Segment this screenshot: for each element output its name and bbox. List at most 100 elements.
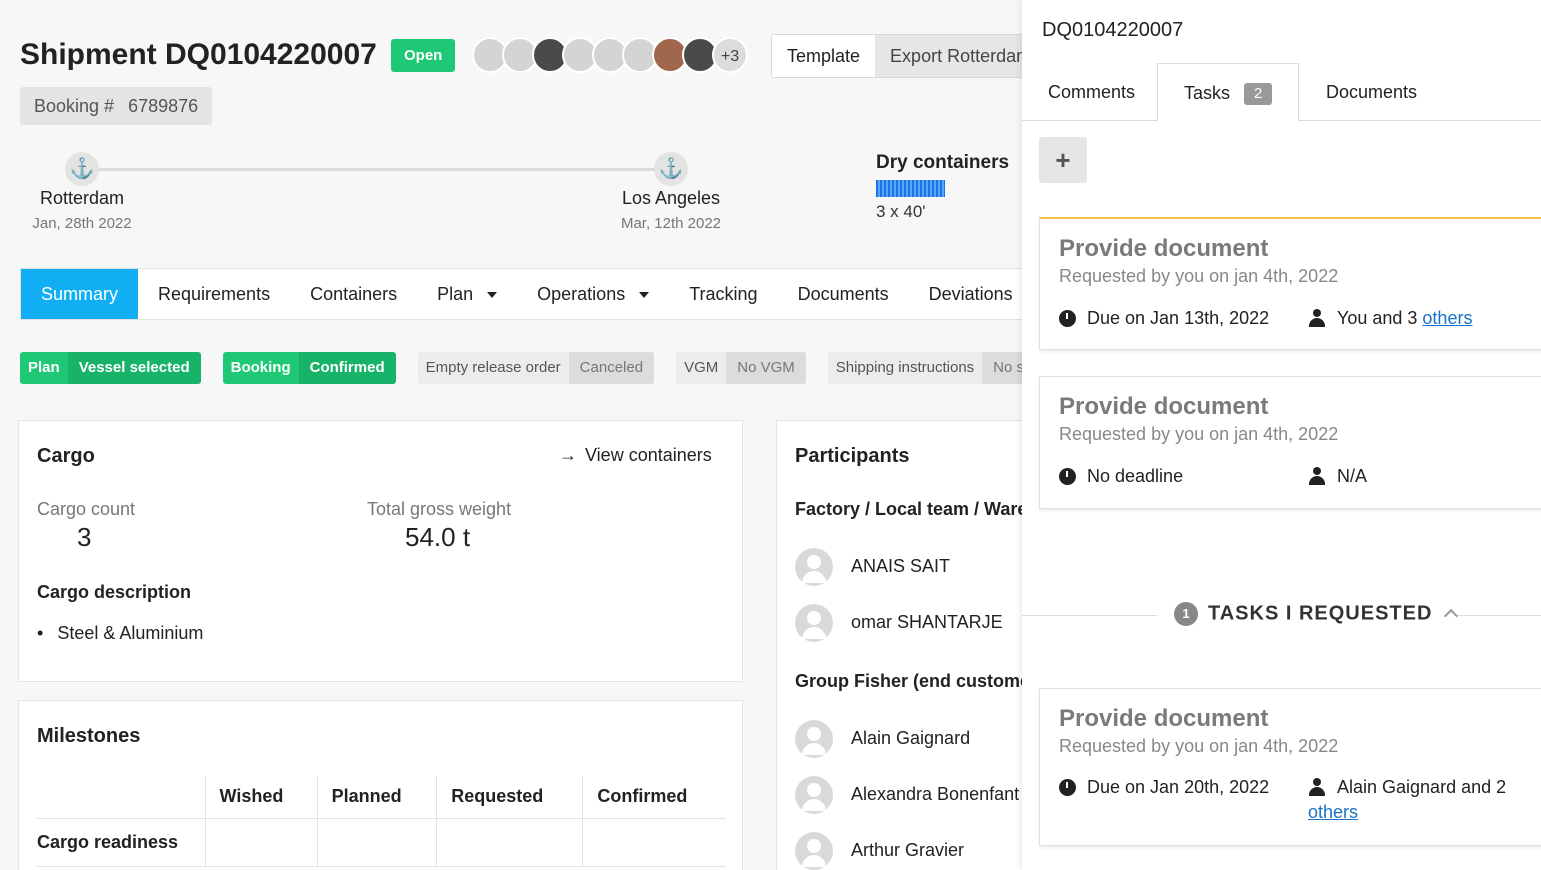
milestone-cell[interactable] [582,818,726,866]
pill-key: Shipping instructions [827,352,983,384]
template-button[interactable]: Template [772,35,876,77]
tab-comments[interactable]: Comments [1022,63,1161,121]
destination-date: Mar, 12th 2022 [620,215,722,232]
milestone-cell[interactable] [436,818,583,866]
tab-requirements[interactable]: Requirements [138,269,290,319]
task-requested: Requested by you on jan 4th, 2022 [1059,736,1339,756]
tab-tasks[interactable]: Tasks 2 [1157,63,1300,122]
task-assignee-text: Alain Gaignard and 2 [1337,777,1507,797]
requested-header-label: TASKS I REQUESTED [1208,602,1433,625]
clock-icon [1059,467,1076,485]
participant-name: ANAIS SAIT [851,555,951,576]
cargo-description-item: • Steel & Aluminium [37,623,203,644]
tab-operations-label: Operations [537,284,626,304]
shipping-instructions-pill: Shipping instructionsNo sh [827,352,1022,384]
clock-icon [1059,309,1076,327]
view-containers-link[interactable]: → View containers [559,445,712,466]
pill-value: Vessel selected [67,352,201,384]
task-title: Provide document [1059,705,1269,732]
plan-status-pill: Plan Vessel selected [20,352,201,384]
milestone-col-planned: Planned [316,776,437,818]
tab-deviations[interactable]: Deviations [909,269,1022,319]
tab-documents[interactable]: Documents [778,269,909,319]
destination-name: Los Angeles [621,188,721,208]
participant-name: omar SHANTARJE [851,611,1003,632]
containers-title: Dry containers [876,152,1010,173]
pill-value: Confirmed [298,352,396,384]
milestone-cell[interactable] [316,818,437,866]
tab-plan[interactable]: Plan [417,269,517,319]
tab-plan-label: Plan [437,284,474,304]
origin-name: Rotterdam [39,188,125,208]
requested-count-badge: 1 [1174,602,1198,626]
booking-value: 6789876 [128,96,199,116]
release-order-status-pill: Empty release order Canceled [417,352,655,384]
export-button[interactable]: Export Rotterdam [875,35,1022,77]
task-due-text: Due on Jan 20th, 2022 [1087,777,1270,797]
user-icon [1308,309,1326,328]
origin-date: Jan, 28th 2022 [32,215,132,232]
task-due-text: Due on Jan 13th, 2022 [1087,308,1270,328]
side-panel: DQ0104220007 Comments Tasks 2 Documents +… [1022,0,1541,870]
others-link[interactable]: others [1308,802,1358,822]
tasks-requested-toggle[interactable]: 1 TASKS I REQUESTED [1174,602,1459,626]
participant-row[interactable]: Alexandra Bonenfant [795,776,1019,814]
tab-tracking[interactable]: Tracking [669,269,777,319]
gross-weight-value: 54.0 t [405,522,471,552]
cargo-card: Cargo → View containers Cargo count 3 Tot… [18,420,743,682]
milestone-col-confirmed: Confirmed [582,776,726,818]
task-card[interactable]: Provide document Requested by you on jan… [1039,217,1541,350]
task-title: Provide document [1059,235,1269,262]
destination-port: Los Angeles Mar, 12th 2022 [571,188,771,232]
milestones-table: Wished Planned Requested Confirmed Cargo… [37,776,726,867]
pill-value: Canceled [568,352,655,384]
milestone-col-wished: Wished [204,776,318,818]
avatar [795,604,833,642]
task-assignee: You and 3 others [1308,306,1472,331]
participant-row[interactable]: Alain Gaignard [795,720,970,758]
participant-row[interactable]: ANAIS SAIT [795,548,950,586]
header-actions: Template Export Rotterdam [771,34,1022,78]
add-task-button[interactable]: + [1039,137,1087,183]
tab-documents[interactable]: Documents [1300,63,1443,121]
pill-key: Empty release order [417,352,569,384]
status-badge: Open [391,39,456,72]
avatar [795,832,833,870]
route-timeline: ⚓ ⚓ Rotterdam Jan, 28th 2022 Los Angeles… [0,150,760,240]
containers-qty: 3 x 40' [876,202,926,221]
task-card[interactable]: Provide document Requested by you on jan… [1039,688,1541,846]
user-icon [1308,778,1326,797]
milestone-col-empty [37,776,205,818]
origin-port: Rotterdam Jan, 28th 2022 [0,188,182,232]
participant-row[interactable]: Arthur Gravier [795,832,964,870]
task-assignee-text: N/A [1337,466,1368,486]
tab-operations[interactable]: Operations [517,269,669,319]
pill-value: No VGM [726,352,806,384]
shipment-main: Shipment DQ0104220007 Open +3 Template E… [0,0,1022,870]
participants-card: Participants Factory / Local team / Ware… [776,420,1022,870]
others-link[interactable]: others [1422,308,1472,328]
cargo-count-label: Cargo count [37,499,136,519]
status-pills: Plan Vessel selected Booking Confirmed Emp… [20,352,1022,384]
task-card[interactable]: Provide document Requested by you on jan… [1039,376,1541,509]
task-title: Provide document [1059,393,1269,420]
divider-line [1022,615,1157,616]
milestone-cell[interactable] [204,818,318,866]
vgm-status-pill: VGM No VGM [676,352,806,384]
gross-weight-label: Total gross weight [367,499,512,519]
route-line [82,168,672,171]
participant-name: Alain Gaignard [851,727,971,748]
anchor-icon: ⚓ [654,152,688,186]
pill-key: Booking [222,352,299,384]
more-collaborators[interactable]: +3 [712,37,748,73]
milestones-title: Milestones [37,725,141,747]
caret-down-icon [487,292,498,299]
task-assignee: Alain Gaignard and 2 others [1308,775,1508,825]
participant-group-factory: Factory / Local team / Wareh [795,499,1022,519]
tab-summary[interactable]: Summary [21,269,139,319]
view-containers-label: View containers [585,445,712,465]
tab-containers[interactable]: Containers [290,269,417,319]
cargo-description-text: Steel & Aluminium [57,623,204,643]
participant-row[interactable]: omar SHANTARJE [795,604,1003,642]
page-title: Shipment DQ0104220007 [20,38,377,71]
